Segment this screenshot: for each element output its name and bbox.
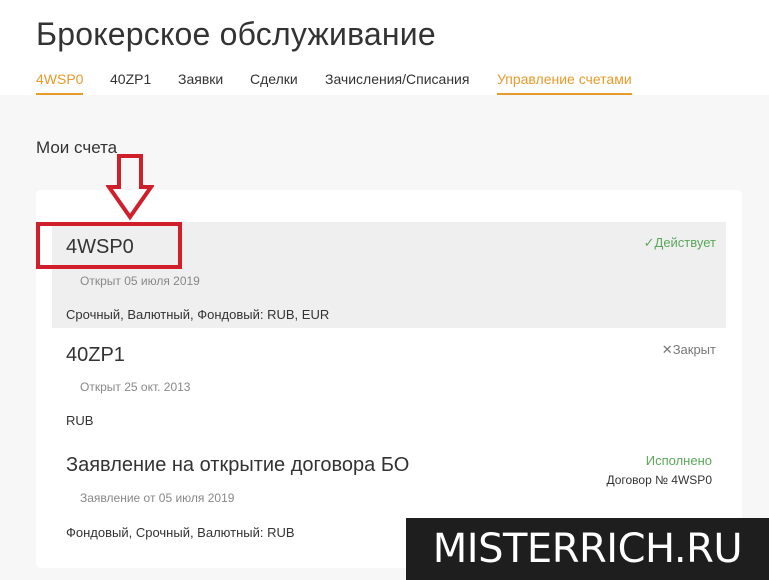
page-header: Брокерское обслуживание 4WSP0 40ZP1 Заяв… xyxy=(0,0,769,95)
tab-40zp1[interactable]: 40ZP1 xyxy=(110,71,151,95)
account-open-date: Открыт 25 окт. 2013 xyxy=(80,380,191,394)
section-title: Мои счета xyxy=(36,138,118,157)
application-status: Исполнено xyxy=(645,453,712,468)
annotation-arrow-icon xyxy=(106,154,154,221)
account-open-date: Открыт 05 июля 2019 xyxy=(80,274,200,288)
account-markets: Срочный, Валютный, Фондовый: RUB, EUR xyxy=(66,307,330,322)
watermark: MISTERRICH.RU xyxy=(406,518,769,580)
tab-orders[interactable]: Заявки xyxy=(178,71,223,95)
account-status-active: ✓Действует xyxy=(644,235,716,251)
page-title: Брокерское обслуживание xyxy=(36,16,436,52)
account-status-label: Действует xyxy=(654,235,716,250)
account-markets: RUB xyxy=(66,413,94,428)
account-markets: Фондовый, Срочный, Валютный: RUB xyxy=(66,525,295,540)
tab-4wsp0[interactable]: 4WSP0 xyxy=(36,71,84,95)
tab-account-management[interactable]: Управление счетами xyxy=(497,71,632,95)
application-date: Заявление от 05 июля 2019 xyxy=(80,491,235,505)
check-icon: ✓ xyxy=(643,235,655,250)
account-status-label: Закрыт xyxy=(672,342,716,357)
application-title: Заявление на открытие договора БО xyxy=(66,454,410,476)
tab-transfers[interactable]: Зачисления/Списания xyxy=(325,71,469,95)
close-icon: ✕ xyxy=(661,342,673,357)
account-item-40zp1[interactable]: 40ZP1 Открыт 25 окт. 2013 RUB ✕Закрыт xyxy=(52,330,726,434)
account-name: 40ZP1 xyxy=(66,344,125,366)
contract-number: Договор № 4WSP0 xyxy=(606,473,712,487)
annotation-highlight-box xyxy=(36,222,182,269)
account-status-closed: ✕Закрыт xyxy=(662,342,716,358)
tab-deals[interactable]: Сделки xyxy=(250,71,298,95)
